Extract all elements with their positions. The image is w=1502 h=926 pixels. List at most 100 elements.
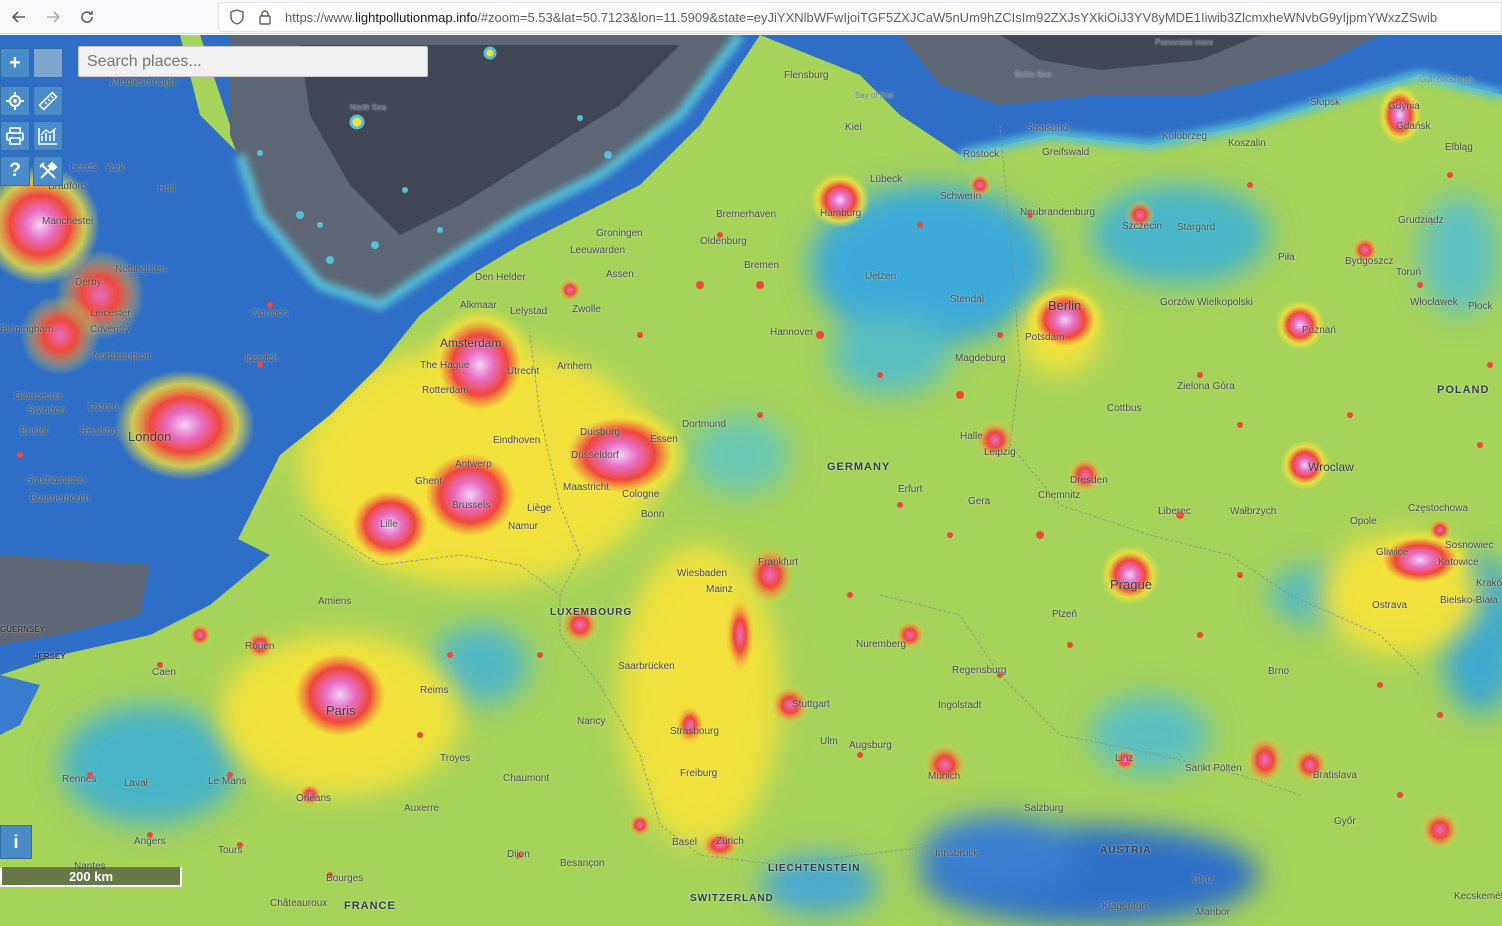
city-label: Chaumont <box>503 773 550 784</box>
city-label-paris: Paris <box>326 703 356 718</box>
city-label-berlin: Berlin <box>1048 298 1082 313</box>
city-label-wroclaw: Wroclaw <box>1308 460 1354 474</box>
city-label: York <box>105 163 125 174</box>
city-label: Dresden <box>1070 475 1108 486</box>
city-label: Gliwice <box>1376 547 1409 558</box>
city-label: Oxford <box>88 402 119 413</box>
city-label: Maastricht <box>563 482 610 493</box>
city-label: Bratislava <box>1313 770 1357 781</box>
tools-icon <box>39 161 58 179</box>
city-label: Norwich <box>252 308 289 319</box>
city-label: Northampton <box>93 351 151 362</box>
city-label: Schwerin <box>940 191 982 202</box>
city-label: Frankfurt <box>758 557 799 568</box>
country-label-liechtenstein: LIECHTENSTEIN <box>768 863 861 874</box>
city-label: Potsdam <box>1025 332 1065 343</box>
city-label: Hannover <box>770 327 814 338</box>
city-label: Rouen <box>245 641 275 652</box>
city-label: Kołobrzeg <box>1162 131 1208 142</box>
tracking-protection-icon[interactable] <box>227 7 247 27</box>
city-label: Bournemouth <box>30 493 91 504</box>
city-label: Besançon <box>560 858 605 869</box>
city-label: Manchester <box>42 216 95 227</box>
city-label: Eindhoven <box>493 435 541 446</box>
info-button[interactable]: i <box>0 825 32 859</box>
city-label: Reims <box>420 685 449 696</box>
city-label: Bonn <box>641 509 665 520</box>
island-label-jersey: JERSEY <box>34 652 66 661</box>
city-label: Saarbrücken <box>618 661 675 672</box>
city-label: Gera <box>968 496 991 507</box>
city-label: Zwolle <box>572 304 601 315</box>
zoom-in-button[interactable]: + <box>0 48 30 78</box>
city-label-prague: Prague <box>1110 577 1152 592</box>
locate-button[interactable] <box>0 86 30 116</box>
city-label: Poznań <box>1302 325 1336 336</box>
city-label: Brno <box>1268 666 1290 677</box>
chart-button[interactable] <box>33 121 63 151</box>
city-label: Southampton <box>26 475 86 486</box>
city-label: Derby <box>75 277 102 288</box>
search-input[interactable] <box>78 46 428 77</box>
city-label: Laval <box>124 778 148 789</box>
print-button[interactable] <box>0 121 30 151</box>
city-label: Klagenfurt <box>1102 901 1148 912</box>
address-bar[interactable]: https://www.lightpollutionmap.info/#zoom… <box>218 2 1502 32</box>
city-label: Sankt Pölten <box>1185 763 1242 774</box>
sea-label-north-sea: North Sea <box>350 103 387 112</box>
city-label: Stargard <box>1177 222 1216 233</box>
city-label: Freiburg <box>680 768 718 779</box>
city-label: Opole <box>1350 516 1377 527</box>
city-label: Gorzów Wielkopolski <box>1160 297 1253 308</box>
back-button[interactable] <box>4 2 34 32</box>
help-button[interactable]: ? <box>0 156 30 186</box>
city-label-hamburg: Hamburg <box>820 208 862 219</box>
city-label: Cottbus <box>1107 403 1142 414</box>
city-label: Linz <box>1115 753 1134 764</box>
city-label: Grudziądz <box>1398 215 1444 226</box>
city-label: Duisburg <box>580 427 621 438</box>
lock-icon[interactable] <box>255 7 275 27</box>
city-label: Caen <box>152 667 176 678</box>
city-label-brussels: Brussels <box>452 500 491 511</box>
city-label: Orléans <box>296 793 332 804</box>
reload-icon <box>81 10 93 23</box>
city-label: Assen <box>606 269 634 280</box>
light-pollution-map[interactable]: London Paris Berlin Amsterdam Prague Wro… <box>0 35 1502 926</box>
city-label: Hull <box>158 183 176 194</box>
city-label: Innsbruck <box>935 848 979 859</box>
island-label-guernsey: GUERNSEY <box>0 625 45 634</box>
city-label: Sosnowiec <box>1445 540 1494 551</box>
city-label: Elbląg <box>1445 142 1473 153</box>
city-label: Ingolstadt <box>938 700 982 711</box>
forward-button[interactable] <box>38 2 68 32</box>
city-label: Ulm <box>820 736 838 747</box>
city-label: Nancy <box>577 716 606 727</box>
tools-button[interactable] <box>33 156 63 186</box>
city-label: Antwerp <box>455 459 492 470</box>
city-label: Amiens <box>318 596 352 607</box>
city-label: Bristol <box>20 426 48 437</box>
city-label: Bydgoszcz <box>1345 256 1394 267</box>
city-label: Oldenburg <box>700 236 747 247</box>
reload-button[interactable] <box>72 2 102 32</box>
city-label: Kecskemét <box>1454 891 1502 902</box>
city-label: Le Mans <box>208 776 247 787</box>
city-label: Stuttgart <box>792 699 830 710</box>
city-label: Leicester <box>90 308 131 319</box>
city-label: Toruń <box>1396 267 1422 278</box>
city-label: Nottingham <box>115 264 167 275</box>
city-label: Ghent <box>415 476 443 487</box>
city-label: Dortmund <box>682 419 726 430</box>
city-label: Augsburg <box>849 740 892 751</box>
city-label: Gdynia <box>1388 101 1420 112</box>
city-label: Katowice <box>1438 557 1479 568</box>
city-label: Gloucester <box>14 391 63 402</box>
city-label: Greifswald <box>1042 147 1090 158</box>
country-label-germany: GERMANY <box>827 461 891 473</box>
map-canvas <box>0 35 1502 926</box>
layer-thumbnail-button[interactable] <box>33 48 63 78</box>
city-label: Arnhem <box>557 361 593 372</box>
measure-button[interactable] <box>33 86 63 116</box>
city-label: Lelystad <box>510 306 548 317</box>
